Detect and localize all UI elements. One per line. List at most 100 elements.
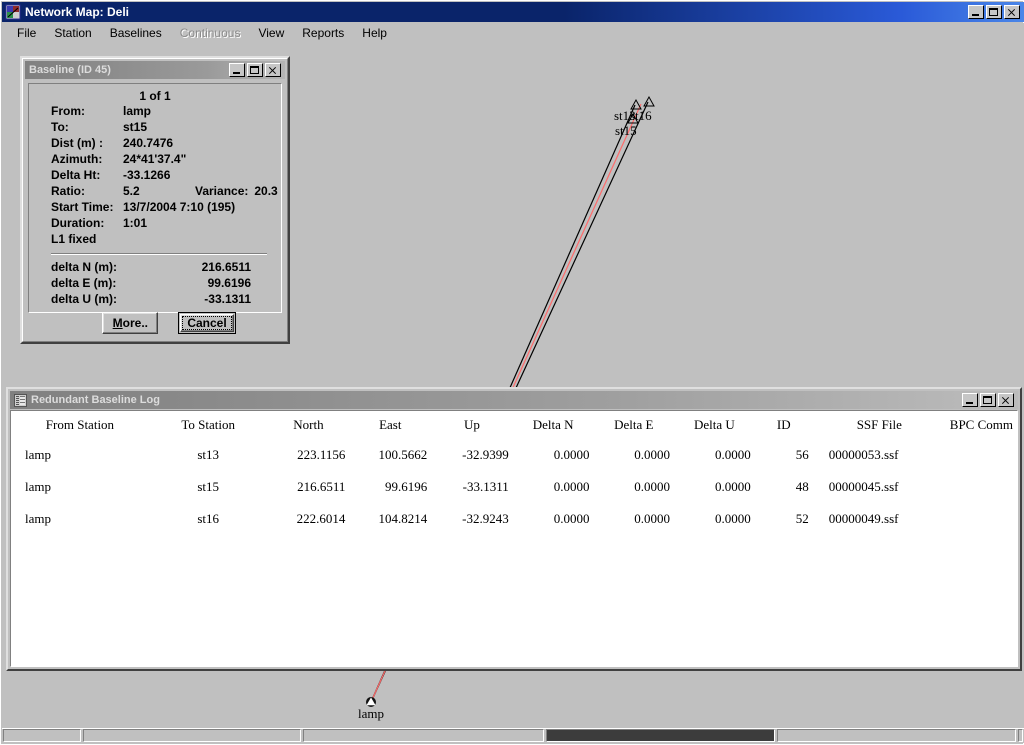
column-header-ssf-file: SSF File [856, 417, 902, 432]
status-panel-5 [777, 729, 1016, 742]
column-header-to-station: To Station [181, 417, 235, 432]
baseline-dialog-body: 1 of 1 From: lamp To: st15 Dist (m) : 24… [28, 83, 282, 313]
table-row[interactable]: lamp st13 223.1156 100.5662 -32.9399 0.0… [11, 435, 1017, 467]
baseline-dialog-title-bar: Baseline (ID 45) [25, 61, 285, 79]
label-azimuth: Azimuth: [51, 152, 103, 166]
dialog-button-row: More.. Cancel [22, 312, 288, 334]
status-panel-1 [3, 729, 82, 742]
menu-item-reports[interactable]: Reports [293, 25, 353, 41]
divider [51, 253, 267, 255]
field-duration: Duration: 1:01 [29, 215, 281, 231]
more-button-accel: M [112, 316, 123, 330]
cell-north: 216.6511 [297, 479, 346, 494]
value-to: st15 [123, 120, 148, 134]
menu-item-view[interactable]: View [249, 25, 293, 41]
record-counter: 1 of 1 [139, 89, 171, 103]
table-row[interactable]: lamp st16 222.6014 104.8214 -32.9243 0.0… [11, 499, 1017, 531]
value-delta-n: 216.6511 [201, 260, 251, 274]
column-header-east: East [379, 417, 402, 432]
cell-to-station: st16 [197, 511, 219, 526]
cell-north: 223.1156 [297, 447, 346, 462]
minimize-icon[interactable] [968, 5, 984, 19]
column-header-id: ID [776, 417, 791, 432]
cell-bpc-comm [946, 499, 1017, 531]
menu-item-baselines[interactable]: Baselines [101, 25, 171, 41]
label-delta-ht: Delta Ht: [51, 168, 101, 182]
log-table-container[interactable]: From Station To Station North East Up De… [10, 410, 1018, 667]
cell-delta-n: 0.0000 [553, 447, 590, 462]
cell-east: 100.5662 [378, 447, 428, 462]
value-delta-e: 99.6196 [207, 276, 251, 290]
label-delta-e: delta E (m): [51, 276, 117, 290]
application-window: Network Map: Deli File Station Baselines… [0, 0, 1024, 745]
field-azimuth: Azimuth: 24*41'37.4" [29, 151, 281, 167]
svg-text:st15: st15 [615, 123, 637, 138]
baseline-dialog-title: Baseline (ID 45) [29, 64, 111, 76]
svg-text:lamp: lamp [358, 706, 384, 721]
label-ratio: Ratio: [51, 184, 85, 198]
cell-east: 104.8214 [378, 511, 428, 526]
field-from: From: lamp [29, 103, 281, 119]
maximize-icon[interactable] [986, 5, 1002, 19]
cell-delta-n: 0.0000 [553, 479, 590, 494]
label-delta-u: delta U (m): [51, 292, 117, 306]
menu-item-continuous: Continuous [179, 25, 241, 40]
label-variance: Variance: [195, 184, 249, 198]
label-dist: Dist (m) : [51, 136, 103, 150]
column-header-delta-n: Delta N [532, 417, 574, 432]
redundant-baseline-log-window: Redundant Baseline Log From Station To S… [6, 387, 1022, 671]
log-grid-icon [14, 393, 27, 407]
more-button[interactable]: More.. [102, 312, 159, 334]
cell-ssf-file: 00000049.ssf [828, 511, 899, 526]
cell-delta-e: 0.0000 [634, 479, 671, 494]
dialog-close-icon[interactable] [265, 63, 281, 77]
log-close-icon[interactable] [998, 393, 1014, 407]
field-ratio: Ratio: 5.2 Variance: 20.3 [29, 183, 281, 199]
dialog-maximize-icon[interactable] [247, 63, 263, 77]
log-maximize-icon[interactable] [980, 393, 996, 407]
column-header-bpc-comm: BPC Comm [949, 417, 1013, 432]
value-delta-u: -33.1311 [204, 292, 251, 306]
menu-bar: File Station Baselines Continuous View R… [2, 23, 1024, 42]
cell-delta-e: 0.0000 [634, 447, 671, 462]
cell-ssf-file: 00000053.ssf [828, 447, 899, 462]
cell-id: 56 [795, 447, 809, 462]
value-azimuth: 24*41'37.4" [123, 152, 187, 166]
cell-east: 99.6196 [384, 479, 428, 494]
close-icon[interactable] [1004, 5, 1020, 19]
baseline-dialog: Baseline (ID 45) 1 of 1 From: lamp To: s… [20, 56, 290, 344]
dialog-minimize-icon[interactable] [229, 63, 245, 77]
cell-id: 48 [795, 479, 809, 494]
cancel-button-label: Cancel [187, 316, 227, 330]
value-delta-ht: -33.1266 [123, 168, 171, 182]
cell-delta-u: 0.0000 [715, 447, 751, 462]
cell-to-station: st13 [197, 447, 219, 462]
column-header-from-station: From Station [45, 417, 115, 432]
cell-delta-n: 0.0000 [553, 511, 590, 526]
value-duration: 1:01 [123, 216, 148, 230]
value-start-time: 13/7/2004 7:10 (195) [123, 200, 236, 214]
field-start-time: Start Time: 13/7/2004 7:10 (195) [29, 199, 281, 215]
field-delta-ht: Delta Ht: -33.1266 [29, 167, 281, 183]
log-window-controls [962, 393, 1014, 407]
column-header-north: North [293, 417, 324, 432]
window-title-bar: Network Map: Deli [2, 2, 1024, 22]
cell-bpc-comm [946, 467, 1017, 499]
cell-to-station: st15 [197, 479, 219, 494]
table-row[interactable]: lamp st15 216.6511 99.6196 -33.1311 0.00… [11, 467, 1017, 499]
cell-up: -33.1311 [462, 479, 509, 494]
value-variance: 20.3 [254, 184, 278, 198]
menu-item-help[interactable]: Help [353, 25, 396, 41]
redundant-baseline-table: From Station To Station North East Up De… [11, 411, 1017, 531]
log-minimize-icon[interactable] [962, 393, 978, 407]
cell-delta-e: 0.0000 [634, 511, 671, 526]
status-panel-6 [1018, 729, 1023, 742]
menu-item-station[interactable]: Station [45, 25, 100, 41]
cancel-button[interactable]: Cancel [178, 312, 236, 334]
menu-item-file[interactable]: File [8, 25, 45, 41]
cell-from-station: lamp [25, 511, 51, 526]
window-title: Network Map: Deli [25, 5, 130, 19]
solution-type: L1 fixed [51, 232, 97, 246]
cell-delta-u: 0.0000 [715, 511, 751, 526]
cell-from-station: lamp [25, 479, 51, 494]
